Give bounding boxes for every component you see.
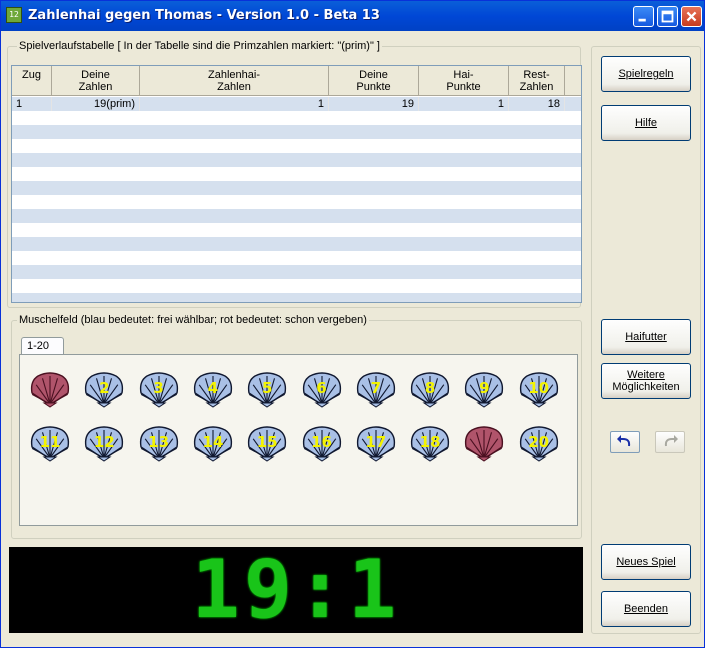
- shell-20[interactable]: 20: [517, 423, 561, 463]
- shell-12[interactable]: 12: [82, 423, 126, 463]
- shell-number: 8: [424, 379, 436, 397]
- cell-deine-zahlen: 19(prim): [52, 97, 140, 111]
- shell-number: 4: [207, 379, 219, 397]
- window-title: Zahlenhai gegen Thomas - Version 1.0 - B…: [28, 8, 380, 23]
- maximize-button[interactable]: [657, 6, 678, 27]
- shell-11[interactable]: 11: [28, 423, 72, 463]
- table-header: Zug Deine Zahlen Zahlenhai- Zahlen Deine Pu…: [12, 66, 581, 96]
- shell-4[interactable]: 4: [191, 369, 235, 409]
- new-game-button[interactable]: Neues Spiel: [601, 544, 691, 580]
- cell-hai-punkte: 1: [419, 97, 509, 111]
- score-display: 19:1: [9, 547, 583, 633]
- shell-number: 17: [365, 433, 387, 451]
- table-row[interactable]: [12, 153, 581, 167]
- shell-9[interactable]: 9: [462, 369, 506, 409]
- shell-number: 14: [202, 433, 224, 451]
- rules-button[interactable]: Spielregeln: [601, 56, 691, 92]
- close-icon: [686, 11, 697, 22]
- app-icon: 12: [6, 7, 22, 23]
- column-header-hai-punkte[interactable]: Hai- Punkte: [419, 66, 509, 96]
- column-header-rest-zahlen[interactable]: Rest- Zahlen: [509, 66, 565, 96]
- table-row[interactable]: [12, 125, 581, 139]
- shell-15[interactable]: 15: [245, 423, 289, 463]
- table-row[interactable]: [12, 223, 581, 237]
- shell-number: 12: [93, 433, 115, 451]
- shell-18[interactable]: 18: [408, 423, 452, 463]
- shell-number: 3: [153, 379, 164, 397]
- column-header-zug[interactable]: Zug: [12, 66, 52, 96]
- history-table[interactable]: Zug Deine Zahlen Zahlenhai- Zahlen Deine Pu…: [11, 65, 582, 303]
- table-row[interactable]: [12, 251, 581, 265]
- help-button[interactable]: Hilfe: [601, 105, 691, 141]
- shell-number: 11: [39, 433, 61, 451]
- shell-number: 7: [370, 379, 382, 397]
- table-row[interactable]: [12, 195, 581, 209]
- shell-icon: [30, 372, 70, 408]
- table-row[interactable]: [12, 167, 581, 181]
- more-options-label-2: Möglichkeiten: [612, 381, 680, 393]
- minimize-button[interactable]: [633, 6, 654, 27]
- shell-2[interactable]: 2: [82, 369, 126, 409]
- table-row[interactable]: [12, 209, 581, 223]
- undo-button[interactable]: [610, 431, 640, 453]
- cell-zug: 1: [12, 97, 52, 111]
- shell-number: 13: [148, 433, 170, 451]
- more-options-label-1: Weitere: [627, 369, 665, 381]
- table-row[interactable]: 1 19(prim) 1 19 1 18: [12, 97, 581, 111]
- shell-8[interactable]: 8: [408, 369, 452, 409]
- column-header-deine-punkte[interactable]: Deine Punkte: [329, 66, 419, 96]
- shell-number: 9: [479, 379, 490, 397]
- main-window: 12 Zahlenhai gegen Thomas - Version 1.0 …: [0, 0, 705, 648]
- table-row[interactable]: [12, 293, 581, 302]
- shell-tab-panel: 2 3 4 5 6 7 8 9 10 11 12 13 14 15 16 17 …: [19, 354, 578, 526]
- column-header-deine-zahlen[interactable]: Deine Zahlen: [52, 66, 140, 96]
- shell-field-legend: Muschelfeld (blau bedeutet: frei wählbar…: [17, 314, 369, 326]
- table-row[interactable]: [12, 181, 581, 195]
- shell-icon: [465, 426, 504, 462]
- shell-number: 18: [419, 433, 441, 451]
- shell-17[interactable]: 17: [354, 423, 398, 463]
- shell-number: 6: [316, 379, 327, 397]
- tab-1-20[interactable]: 1-20: [21, 337, 64, 355]
- redo-arrow-icon: [664, 435, 678, 447]
- column-header-filler: [565, 66, 581, 96]
- score-text: 19:1: [191, 543, 401, 636]
- shell-10[interactable]: 10: [517, 369, 561, 409]
- cell-zahlenhai-zahlen: 1: [140, 97, 329, 111]
- table-row[interactable]: [12, 265, 581, 279]
- shell-number: 5: [261, 379, 273, 397]
- table-row[interactable]: [12, 237, 581, 251]
- quit-button[interactable]: Beenden: [601, 591, 691, 627]
- shell-14[interactable]: 14: [191, 423, 235, 463]
- more-options-button[interactable]: Weitere Möglichkeiten: [601, 363, 691, 399]
- maximize-icon: [661, 10, 674, 23]
- minimize-icon: [638, 18, 646, 22]
- column-header-zahlenhai-zahlen[interactable]: Zahlenhai- Zahlen: [140, 66, 329, 96]
- shell-number: 15: [256, 433, 278, 451]
- shell-number: 16: [311, 433, 332, 451]
- shell-5[interactable]: 5: [245, 369, 289, 409]
- title-bar[interactable]: 12 Zahlenhai gegen Thomas - Version 1.0 …: [1, 1, 704, 31]
- shell-13[interactable]: 13: [137, 423, 181, 463]
- shell-number: 2: [99, 379, 110, 397]
- undo-arrow-icon: [617, 435, 631, 447]
- shell-3[interactable]: 3: [137, 369, 181, 409]
- shell-16[interactable]: 16: [300, 423, 344, 463]
- close-button[interactable]: [681, 6, 702, 27]
- table-row[interactable]: [12, 139, 581, 153]
- cell-rest-zahlen: 18: [509, 97, 565, 111]
- table-row[interactable]: [12, 279, 581, 293]
- shell-7[interactable]: 7: [354, 369, 398, 409]
- shell-6[interactable]: 6: [300, 369, 344, 409]
- shark-food-button[interactable]: Haifutter: [601, 319, 691, 355]
- shell-number: 10: [528, 379, 550, 397]
- history-legend: Spielverlaufstabelle [ In der Tabelle si…: [17, 40, 382, 52]
- shell-number: 20: [528, 433, 550, 451]
- table-row[interactable]: [12, 111, 581, 125]
- shell-19[interactable]: [462, 423, 506, 463]
- cell-deine-punkte: 19: [329, 97, 419, 111]
- redo-button[interactable]: [655, 431, 685, 453]
- shell-1[interactable]: [28, 369, 72, 409]
